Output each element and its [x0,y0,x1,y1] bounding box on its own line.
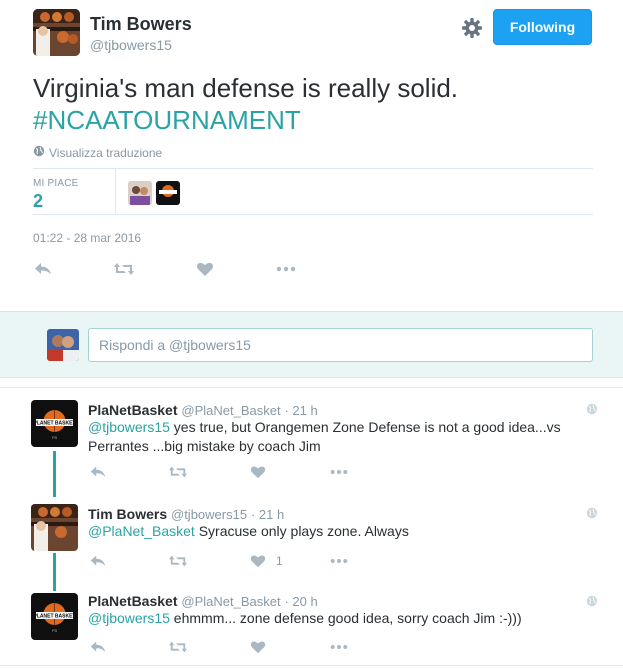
reply-text-line1: ehmmm... zone defense good idea, sorry c… [169,610,522,626]
retweet-icon[interactable] [167,638,189,658]
reply-author-name[interactable]: PlaNetBasket [88,402,178,418]
globe-icon [586,506,598,519]
likes-label: MI PIACE [33,178,79,189]
reply-author-handle[interactable]: @PlaNet_Basket [181,403,280,418]
reply-divider [0,387,623,388]
reply-divider [0,665,623,666]
author-avatar[interactable] [31,504,78,551]
svg-text:PB: PB [52,628,58,633]
mention-link[interactable]: @tjbowers15 [88,419,170,435]
globe-icon [586,402,598,415]
settings-gear-icon[interactable] [460,16,484,40]
following-button[interactable]: Following [493,9,592,45]
reply-time[interactable]: · 21 h [251,507,284,522]
reply-author[interactable]: PlaNetBasket @PlaNet_Basket · 21 h [88,402,318,418]
author-name[interactable]: Tim Bowers [90,14,192,35]
heart-icon[interactable] [249,463,271,483]
tweet-body: Virginia's man defense is really solid. [33,73,459,103]
reply-composer: Rispondi a @tjbowers15 [0,311,623,378]
liker-avatar[interactable] [156,181,180,205]
globe-icon [586,594,598,607]
like-count[interactable]: 1 [276,554,283,568]
hashtag-link[interactable]: #NCAATOURNAMENT [33,104,593,136]
likes-count[interactable]: 2 [33,191,43,212]
reply-author-handle[interactable]: @tjbowers15 [171,507,247,522]
reply-time[interactable]: · 21 h [284,403,317,418]
author-avatar[interactable] [33,9,80,56]
tweet-timestamp[interactable]: 01:22 - 28 mar 2016 [33,231,141,245]
more-icon[interactable] [328,463,350,483]
svg-text:PLANET BASKET: PLANET BASKET [34,421,76,427]
planetbasket-avatar[interactable]: PLANET BASKET PB [31,593,78,640]
reply-icon[interactable] [89,552,111,572]
thread-line [53,451,56,497]
reply-text-line1: Syracuse only plays zone. Always [194,523,409,539]
current-user-avatar[interactable] [47,329,79,361]
reply-author[interactable]: Tim Bowers @tjbowers15 · 21 h [88,506,284,522]
thread-line [53,553,56,591]
reply-icon[interactable] [89,463,111,483]
translate-label[interactable]: Visualizza traduzione [49,146,162,160]
reply-text: @tjbowers15 yes true, but Orangemen Zone… [88,418,568,456]
more-icon[interactable] [328,552,350,572]
reply-author[interactable]: PlaNetBasket @PlaNet_Basket · 20 h [88,593,318,609]
tweet-stats: MI PIACE 2 [33,168,593,215]
reply-text-line2: Perrantes ...big mistake by coach Jim [88,438,321,454]
reply-input[interactable]: Rispondi a @tjbowers15 [88,328,593,362]
heart-icon[interactable] [195,259,217,279]
globe-icon [33,145,45,160]
stats-divider [115,169,116,215]
reply-text: @tjbowers15 ehmmm... zone defense good i… [88,609,568,628]
heart-icon[interactable] [249,552,271,572]
reply-icon[interactable] [89,638,111,658]
svg-text:PB: PB [52,435,58,440]
retweet-icon[interactable] [113,259,135,279]
translate-link[interactable]: Visualizza traduzione [33,145,162,160]
heart-icon[interactable] [249,638,271,658]
reply-icon[interactable] [33,259,55,279]
reply-time[interactable]: · 20 h [284,594,317,609]
retweet-icon[interactable] [167,463,189,483]
author-handle[interactable]: @tjbowers15 [90,37,172,53]
svg-text:PLANET BASKET: PLANET BASKET [34,614,76,620]
mention-link[interactable]: @tjbowers15 [88,610,170,626]
more-icon[interactable] [275,259,297,279]
planetbasket-avatar[interactable]: PLANET BASKET PB [31,400,78,447]
reply-text: @PlaNet_Basket Syracuse only plays zone.… [88,522,568,541]
reply-text-line1: yes true, but Orangemen Zone Defense is … [169,419,561,435]
reply-author-handle[interactable]: @PlaNet_Basket [181,594,280,609]
tweet-text: Virginia's man defense is really solid. … [33,72,593,136]
liker-avatar[interactable] [128,181,152,205]
more-icon[interactable] [328,638,350,658]
retweet-icon[interactable] [167,552,189,572]
reply-author-name[interactable]: PlaNetBasket [88,593,178,609]
reply-author-name[interactable]: Tim Bowers [88,506,167,522]
mention-link[interactable]: @PlaNet_Basket [88,523,195,539]
